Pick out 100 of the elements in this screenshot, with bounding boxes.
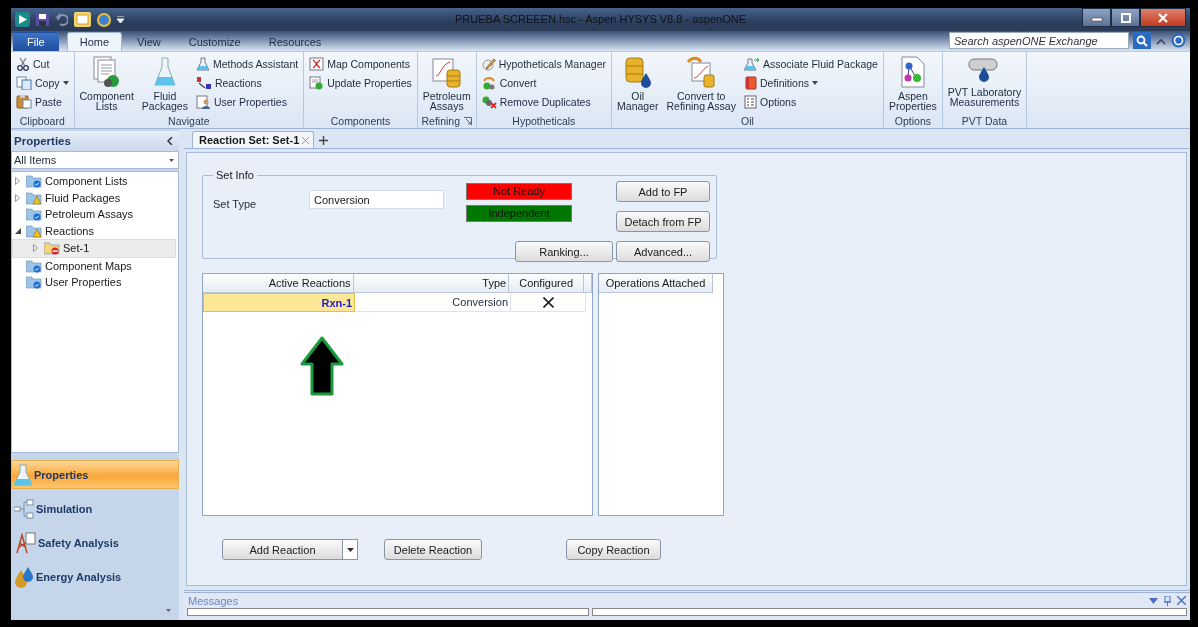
navigation-button[interactable]: Simulation xyxy=(11,494,179,523)
status-indicator: Independent xyxy=(466,205,572,222)
ribbon-button[interactable]: Methods Assistant xyxy=(193,54,301,73)
dropdown-caret-icon[interactable] xyxy=(1149,597,1158,604)
documents-icon xyxy=(91,56,122,88)
ribbon-button[interactable]: Fluid Packages xyxy=(139,54,190,113)
group-label: PVT Data xyxy=(961,115,1008,127)
tree-item[interactable]: Fluid Packages xyxy=(12,189,178,206)
more-caret-icon[interactable] xyxy=(166,609,171,612)
maximize-button[interactable] xyxy=(1111,8,1140,27)
dropdown-caret-icon xyxy=(169,158,174,162)
ribbon-button[interactable]: Remove Duplicates xyxy=(479,92,609,111)
ribbon-button[interactable]: Convert xyxy=(479,73,609,92)
push-button[interactable]: Advanced... xyxy=(616,241,710,262)
maximize-icon xyxy=(1119,12,1132,23)
ribbon-button[interactable]: Reactions xyxy=(193,73,301,92)
field-label: Set Type xyxy=(213,198,258,212)
ribbon-button[interactable]: Options xyxy=(741,92,880,111)
collapsed-arrow-icon[interactable] xyxy=(15,193,20,202)
push-button[interactable]: Add to FP xyxy=(616,181,710,202)
column-header[interactable]: Configured xyxy=(509,274,584,293)
ribbon-button[interactable]: User Properties xyxy=(193,92,301,111)
copy-icon xyxy=(16,75,32,90)
status-indicator: Not Ready xyxy=(466,183,572,200)
close-icon[interactable] xyxy=(1177,596,1186,605)
ribbon-button[interactable]: Component Lists xyxy=(77,54,136,113)
help-icon[interactable] xyxy=(1171,33,1186,48)
ribbon-tab[interactable]: View xyxy=(124,32,174,51)
navigation-button[interactable]: Energy Analysis xyxy=(11,562,179,591)
tree-item[interactable]: Set-1 xyxy=(12,239,176,258)
clipboard-icon xyxy=(16,94,32,109)
push-button[interactable]: Delete Reaction xyxy=(384,539,482,560)
close-button[interactable] xyxy=(1140,8,1186,27)
collapse-panel-icon[interactable] xyxy=(167,137,173,145)
convert-chart-icon xyxy=(686,56,717,88)
reaction-icon xyxy=(195,75,212,90)
tree-item[interactable]: Component Lists xyxy=(12,173,178,190)
ribbon-button[interactable]: Hypotheticals Manager xyxy=(479,54,609,73)
push-button[interactable]: Add Reaction xyxy=(222,539,343,560)
table-cell: Conversion xyxy=(355,293,511,312)
ribbon-tab[interactable]: Resources xyxy=(255,32,335,51)
scissors-icon xyxy=(16,56,30,71)
ribbon-button[interactable]: Update Properties xyxy=(307,73,414,92)
ribbon-button[interactable]: Convert to Refining Assay xyxy=(664,54,738,113)
search-field[interactable]: Search aspenONE Exchange xyxy=(949,32,1129,49)
push-button[interactable]: Detach from FP xyxy=(616,211,710,232)
ribbon-button[interactable]: Associate Fluid Package xyxy=(741,54,880,73)
dropdown-button[interactable] xyxy=(342,539,358,560)
document-tab[interactable]: Reaction Set: Set-1 xyxy=(192,131,315,148)
ribbon-button[interactable]: Petroleum Assays xyxy=(420,54,473,113)
group-label: Navigate xyxy=(168,115,210,127)
search-icon xyxy=(1136,34,1148,47)
close-icon[interactable] xyxy=(302,136,310,144)
ribbon-button[interactable]: Definitions xyxy=(741,73,880,92)
ribbon-tab[interactable]: Home xyxy=(66,32,123,51)
pin-icon[interactable] xyxy=(1164,595,1171,606)
save-icon[interactable] xyxy=(36,13,49,26)
file-menu-tab[interactable]: File xyxy=(13,32,59,51)
navigation-button[interactable]: Safety Analysis xyxy=(11,528,179,557)
close-icon xyxy=(1157,12,1169,23)
column-header[interactable]: Type xyxy=(353,274,510,293)
flask-arrows-icon xyxy=(743,56,760,71)
search-button[interactable] xyxy=(1133,32,1151,49)
navigation-button[interactable]: Properties xyxy=(11,460,179,489)
ribbon-button[interactable]: Map Components xyxy=(307,54,414,73)
ribbon-button[interactable]: Copy xyxy=(14,73,71,92)
plus-icon xyxy=(319,136,329,145)
circle-icon[interactable] xyxy=(97,12,111,27)
tree-item[interactable]: Petroleum Assays xyxy=(12,206,178,223)
remove-duplicates-icon xyxy=(481,94,497,109)
ribbon-button[interactable]: Aspen Properties xyxy=(886,54,939,113)
flask-icon xyxy=(195,56,210,71)
dialog-launcher-icon[interactable] xyxy=(464,117,472,125)
column-header[interactable]: Active Reactions xyxy=(203,274,354,293)
customize-caret-icon[interactable] xyxy=(117,15,124,24)
push-button[interactable]: Copy Reaction xyxy=(566,539,661,560)
expanded-arrow-icon[interactable] xyxy=(15,227,21,234)
ribbon-tab[interactable]: Customize xyxy=(175,32,254,51)
pencil-icon xyxy=(481,56,496,71)
molecule-document-icon xyxy=(899,56,926,88)
tree-item[interactable]: Reactions xyxy=(12,222,178,239)
ribbon-button[interactable]: Paste xyxy=(14,92,71,111)
ribbon-button[interactable]: Oil Manager xyxy=(615,54,661,113)
flask-icon xyxy=(153,56,176,88)
barrel-drop-icon xyxy=(623,56,652,88)
tree-item[interactable]: Component Maps xyxy=(12,257,178,274)
ribbon-button[interactable]: Cut xyxy=(14,54,71,73)
new-tab-button[interactable] xyxy=(317,134,331,147)
filter-dropdown[interactable]: All Items xyxy=(11,151,179,169)
table-cell[interactable]: Rxn-1 xyxy=(203,293,355,312)
minimize-button[interactable] xyxy=(1082,8,1111,27)
panel-title: Messages xyxy=(188,594,239,607)
undo-icon[interactable] xyxy=(55,13,68,26)
play-icon[interactable] xyxy=(15,12,30,27)
push-button[interactable]: Ranking... xyxy=(515,241,613,262)
ribbon-button[interactable]: PVT Laboratory Measurements xyxy=(945,54,1024,109)
column-header[interactable]: Operations Attached xyxy=(599,274,713,293)
set-type-field[interactable]: Conversion xyxy=(309,190,444,209)
collapsed-arrow-icon[interactable] xyxy=(15,177,20,186)
tree-item[interactable]: User Properties xyxy=(12,274,178,291)
